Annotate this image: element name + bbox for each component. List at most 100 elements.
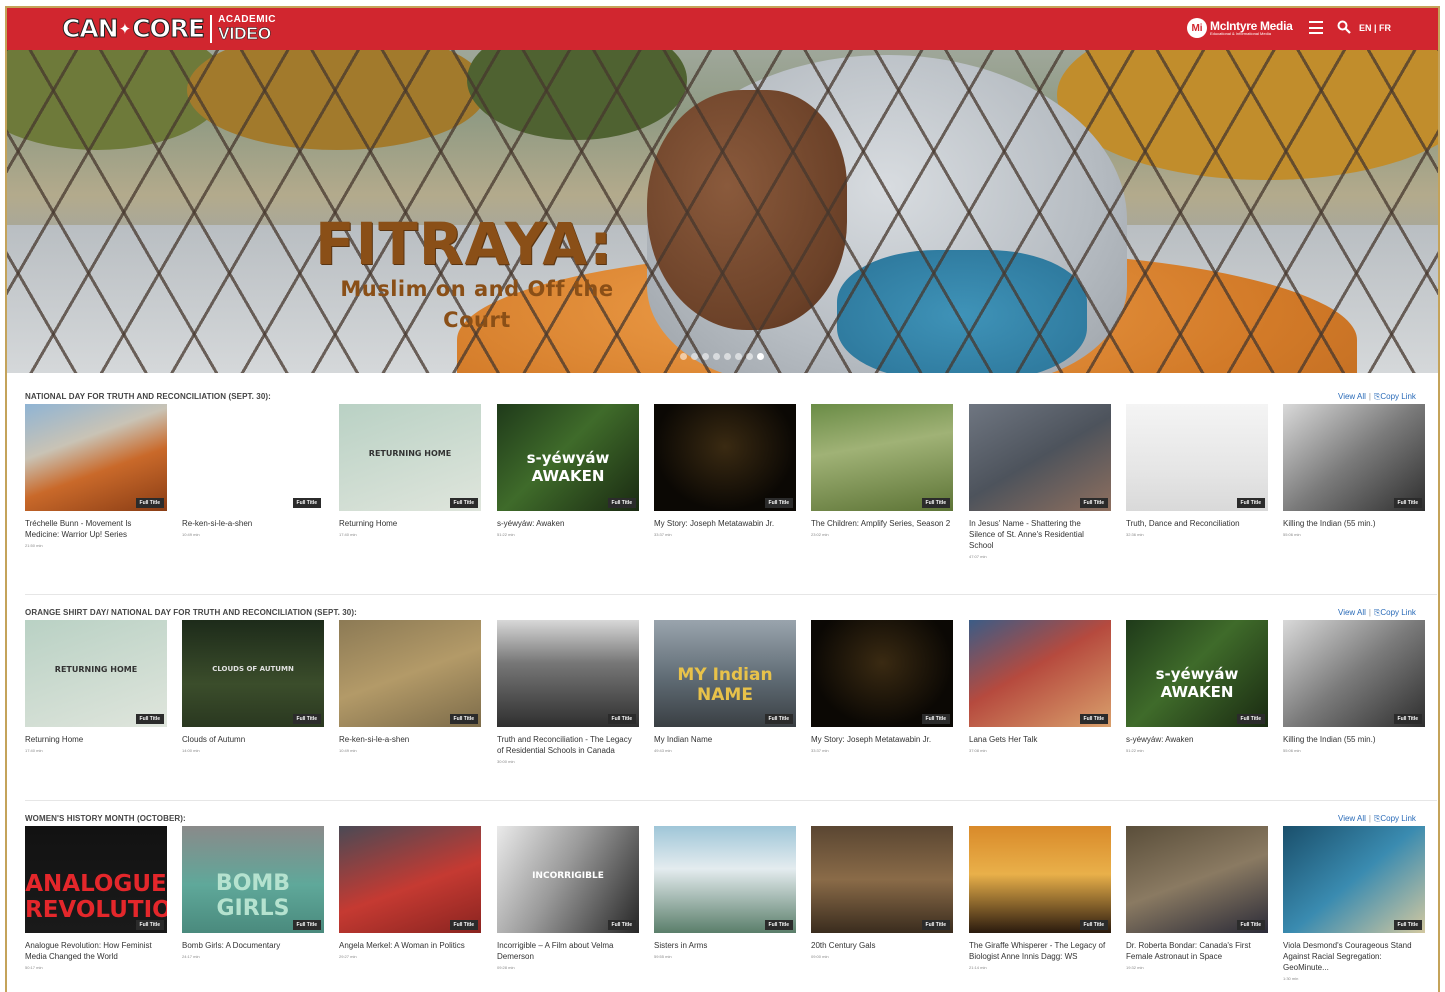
video-thumbnail[interactable]: Full Title [339,620,481,727]
video-thumbnail[interactable]: Full Title [1283,620,1425,727]
video-title[interactable]: Re-ken-si-le-a-shen [182,518,322,529]
video-title[interactable]: s-yéwyáw: Awaken [1126,734,1266,745]
video-title[interactable]: In Jesus' Name - Shattering the Silence … [969,518,1109,551]
video-tile[interactable]: Full Title My Story: Joseph Metatawabin J… [654,404,796,537]
video-tile[interactable]: Full Title Angela Merkel: A Woman in Poli… [339,826,481,959]
carousel-dot[interactable] [757,353,764,360]
video-thumbnail[interactable]: Full Title [1126,404,1268,511]
video-thumbnail[interactable]: BOMB GIRLS Full Title [182,826,324,933]
video-thumbnail[interactable]: Full Title [654,826,796,933]
video-thumbnail[interactable]: s-yéwyáw AWAKEN Full Title [1126,620,1268,727]
video-tile[interactable]: Full Title Truth and Reconciliation - The… [497,620,639,764]
video-tile[interactable]: Full Title Lana Gets Her Talk 37:08 min [969,620,1111,753]
video-title[interactable]: Dr. Roberta Bondar: Canada's First Femal… [1126,940,1266,962]
copy-link-button[interactable]: ⎘Copy Link [1374,608,1416,617]
video-thumbnail[interactable]: Full Title [339,826,481,933]
video-title[interactable]: My Indian Name [654,734,794,745]
carousel-dot[interactable] [735,353,742,360]
carousel-dot[interactable] [691,353,698,360]
video-title[interactable]: The Children: Amplify Series, Season 2 [811,518,951,529]
video-title[interactable]: Lana Gets Her Talk [969,734,1109,745]
video-tile[interactable]: Full Title Killing the Indian (55 min.) 55… [1283,620,1425,753]
video-thumbnail[interactable]: Full Title [969,404,1111,511]
video-title[interactable]: Re-ken-si-le-a-shen [339,734,479,745]
video-thumbnail[interactable]: Full Title [811,404,953,511]
carousel-dot[interactable] [680,353,687,360]
video-thumbnail[interactable]: Full Title [969,826,1111,933]
video-tile[interactable]: ANALOGUE REVOLUTIONFull Title Analogue Re… [25,826,167,970]
video-tile[interactable]: Full Title Viola Desmond's Courageous Sta… [1283,826,1425,981]
video-title[interactable]: Viola Desmond's Courageous Stand Against… [1283,940,1423,973]
carousel-dot[interactable] [746,353,753,360]
video-tile[interactable]: Full Title In Jesus' Name - Shattering th… [969,404,1111,559]
view-all-link[interactable]: View All [1338,392,1366,401]
video-title[interactable]: Incorrigible – A Film about Velma Demers… [497,940,637,962]
video-tile[interactable]: RETURNING HOME Full Title Returning Home 17… [339,404,481,537]
lang-fr-link[interactable]: FR [1379,23,1391,33]
video-thumbnail[interactable]: RETURNING HOME Full Title [339,404,481,511]
video-tile[interactable]: Full Title Tréchelle Bunn - Movement Is M… [25,404,167,548]
copy-link-button[interactable]: ⎘Copy Link [1374,392,1416,401]
carousel-dot[interactable] [713,353,720,360]
video-tile[interactable]: MY Indian NAME Full Title My Indian Name 49… [654,620,796,753]
video-tile[interactable]: Full Title 20th Century Gals 09:00 min [811,826,953,959]
video-tile[interactable]: INCORRIGIBLE Full Title Incorrigible – A F… [497,826,639,970]
view-all-link[interactable]: View All [1338,608,1366,617]
video-thumbnail[interactable]: Full Title [1283,404,1425,511]
video-thumbnail[interactable]: Full Title [1126,826,1268,933]
lang-en-link[interactable]: EN [1359,23,1372,33]
carousel-dot[interactable] [702,353,709,360]
video-title[interactable]: My Story: Joseph Metatawabin Jr. [811,734,951,745]
video-title[interactable]: 20th Century Gals [811,940,951,951]
video-tile[interactable]: Full Title My Story: Joseph Metatawabin J… [811,620,953,753]
video-tile[interactable]: Full Title Re-ken-si-le-a-shen 10:49 min [182,404,324,537]
video-thumbnail[interactable]: Full Title [811,620,953,727]
video-tile[interactable]: Full Title Sisters in Arms 59:55 min [654,826,796,959]
video-tile[interactable]: s-yéwyáw AWAKEN Full Title s-yéwyáw: Awake… [497,404,639,537]
carousel-dot[interactable] [724,353,731,360]
video-title[interactable]: Angela Merkel: A Woman in Politics [339,940,479,951]
cancore-logo[interactable]: CAN ✦ CORE ACADEMIC VIDEO [62,14,276,44]
view-all-link[interactable]: View All [1338,814,1366,823]
video-title[interactable]: My Story: Joseph Metatawabin Jr. [654,518,794,529]
video-title[interactable]: Sisters in Arms [654,940,794,951]
video-thumbnail[interactable]: Full Title [654,404,796,511]
video-tile[interactable]: BOMB GIRLS Full Title Bomb Girls: A Docume… [182,826,324,959]
mcintyre-media-logo[interactable]: Mi McIntyre Media Educational & Informat… [1187,18,1293,38]
video-title[interactable]: Returning Home [339,518,479,529]
video-title[interactable]: Analogue Revolution: How Feminist Media … [25,940,165,962]
video-title[interactable]: The Giraffe Whisperer - The Legacy of Bi… [969,940,1109,962]
video-title[interactable]: s-yéwyáw: Awaken [497,518,637,529]
hamburger-menu-icon[interactable] [1309,21,1323,34]
video-thumbnail[interactable]: s-yéwyáw AWAKEN Full Title [497,404,639,511]
video-tile[interactable]: s-yéwyáw AWAKEN Full Title s-yéwyáw: Awake… [1126,620,1268,753]
video-thumbnail[interactable]: CLOUDS OF AUTUMN Full Title [182,620,324,727]
video-thumbnail[interactable]: ANALOGUE REVOLUTIONFull Title [25,826,167,933]
video-tile[interactable]: Full Title Killing the Indian (55 min.) 55… [1283,404,1425,537]
video-thumbnail[interactable]: Full Title [811,826,953,933]
video-title[interactable]: Returning Home [25,734,165,745]
copy-link-button[interactable]: ⎘Copy Link [1374,814,1416,823]
video-tile[interactable]: Full Title Dr. Roberta Bondar: Canada's F… [1126,826,1268,970]
video-title[interactable]: Killing the Indian (55 min.) [1283,734,1423,745]
video-thumbnail[interactable]: Full Title [1283,826,1425,933]
video-title[interactable]: Clouds of Autumn [182,734,322,745]
video-thumbnail[interactable]: Full Title [25,404,167,511]
video-thumbnail[interactable]: Full Title [182,404,324,511]
video-title[interactable]: Killing the Indian (55 min.) [1283,518,1423,529]
video-title[interactable]: Truth and Reconciliation - The Legacy of… [497,734,637,756]
video-thumbnail[interactable]: Full Title [969,620,1111,727]
video-title[interactable]: Tréchelle Bunn - Movement Is Medicine: W… [25,518,165,540]
video-tile[interactable]: Full Title Re-ken-si-le-a-shen 10:49 min [339,620,481,753]
video-thumbnail[interactable]: Full Title [497,620,639,727]
video-title[interactable]: Bomb Girls: A Documentary [182,940,322,951]
video-tile[interactable]: RETURNING HOME Full Title Returning Home 17… [25,620,167,753]
hero-banner[interactable]: FITRAYA: Muslim on and Off the Court [7,50,1438,373]
video-tile[interactable]: Full Title The Giraffe Whisperer - The Le… [969,826,1111,970]
video-tile[interactable]: Full Title Truth, Dance and Reconciliatio… [1126,404,1268,537]
video-tile[interactable]: Full Title The Children: Amplify Series, … [811,404,953,537]
search-icon[interactable] [1337,20,1351,34]
video-thumbnail[interactable]: INCORRIGIBLE Full Title [497,826,639,933]
video-tile[interactable]: CLOUDS OF AUTUMN Full Title Clouds of Autu… [182,620,324,753]
video-title[interactable]: Truth, Dance and Reconciliation [1126,518,1266,529]
